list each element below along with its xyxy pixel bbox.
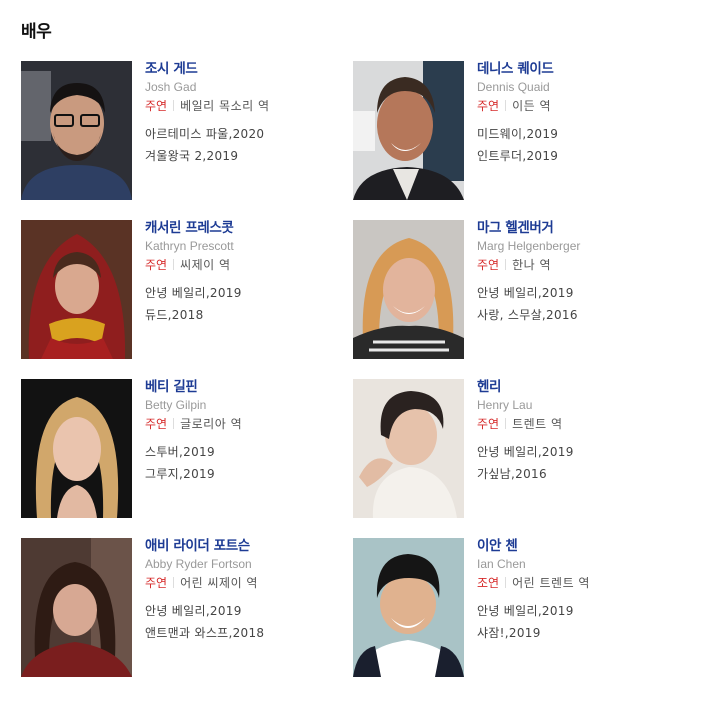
actor-info: 조시 게드 Josh Gad 주연 베일리 목소리 역 아르테미스 파울,2020… xyxy=(145,61,345,171)
actor-card: 헨리 Henry Lau 주연 트렌트 역 안녕 베일리,2019 가싶남,201… xyxy=(353,379,683,519)
role-divider xyxy=(505,259,507,270)
actor-photo[interactable] xyxy=(353,220,464,359)
actor-korean-name[interactable]: 헨리 xyxy=(477,379,677,395)
actor-info: 애비 라이더 포트슨 Abby Ryder Fortson 주연 어린 씨제이 역… xyxy=(145,538,345,648)
actor-role: 주연 글로리아 역 xyxy=(145,417,345,431)
filmography: 미드웨이,2019 인트루더,2019 xyxy=(477,127,677,163)
filmography: 아르테미스 파울,2020 겨울왕국 2,2019 xyxy=(145,127,345,163)
role-divider xyxy=(173,100,175,111)
filmography: 스투버,2019 그루지,2019 xyxy=(145,445,345,481)
actor-info: 이안 첸 Ian Chen 조연 어린 트렌트 역 안녕 베일리,2019 샤잠!… xyxy=(477,538,677,648)
film-link[interactable]: 안녕 베일리,2019 xyxy=(477,286,677,300)
role-divider xyxy=(505,418,507,429)
role-type: 주연 xyxy=(477,258,500,272)
role-name: 트렌트 역 xyxy=(512,417,563,431)
filmography: 안녕 베일리,2019 앤트맨과 와스프,2018 xyxy=(145,604,345,640)
actor-info: 캐서린 프레스콧 Kathryn Prescott 주연 씨제이 역 안녕 베일리… xyxy=(145,220,345,330)
role-divider xyxy=(505,577,507,588)
role-name: 어린 씨제이 역 xyxy=(180,576,258,590)
actor-info: 마그 헬겐버거 Marg Helgenberger 주연 한나 역 안녕 베일리,… xyxy=(477,220,677,330)
film-link[interactable]: 샤잠!,2019 xyxy=(477,626,677,640)
actor-card: 데니스 퀘이드 Dennis Quaid 주연 이든 역 미드웨이,2019 인트… xyxy=(353,61,683,201)
actor-photo[interactable] xyxy=(21,379,132,518)
film-link[interactable]: 사랑, 스무살,2016 xyxy=(477,308,677,322)
role-type: 주연 xyxy=(477,99,500,113)
actor-card: 조시 게드 Josh Gad 주연 베일리 목소리 역 아르테미스 파울,2020… xyxy=(21,61,351,201)
film-link[interactable]: 그루지,2019 xyxy=(145,467,345,481)
section-title: 배우 xyxy=(21,22,52,42)
actor-photo[interactable] xyxy=(21,61,132,200)
film-link[interactable]: 스투버,2019 xyxy=(145,445,345,459)
actor-photo[interactable] xyxy=(353,61,464,200)
film-link[interactable]: 가싶남,2016 xyxy=(477,467,677,481)
film-link[interactable]: 겨울왕국 2,2019 xyxy=(145,149,345,163)
actor-photo[interactable] xyxy=(353,379,464,518)
actor-role: 주연 트렌트 역 xyxy=(477,417,677,431)
actor-korean-name[interactable]: 마그 헬겐버거 xyxy=(477,220,677,236)
actor-korean-name[interactable]: 애비 라이더 포트슨 xyxy=(145,538,345,554)
role-name: 어린 트렌트 역 xyxy=(512,576,590,590)
actor-info: 베티 길핀 Betty Gilpin 주연 글로리아 역 스투버,2019 그루지… xyxy=(145,379,345,489)
actor-korean-name[interactable]: 조시 게드 xyxy=(145,61,345,77)
actor-role: 주연 베일리 목소리 역 xyxy=(145,99,345,113)
actor-english-name: Josh Gad xyxy=(145,80,197,94)
actor-english-name: Abby Ryder Fortson xyxy=(145,557,252,571)
film-link[interactable]: 듀드,2018 xyxy=(145,308,345,322)
film-link[interactable]: 아르테미스 파울,2020 xyxy=(145,127,345,141)
filmography: 안녕 베일리,2019 사랑, 스무살,2016 xyxy=(477,286,677,322)
actor-english-name: Ian Chen xyxy=(477,557,526,571)
actor-english-name: Kathryn Prescott xyxy=(145,239,234,253)
actor-photo[interactable] xyxy=(21,538,132,677)
actor-english-name: Dennis Quaid xyxy=(477,80,550,94)
film-link[interactable]: 안녕 베일리,2019 xyxy=(145,604,345,618)
actor-card: 캐서린 프레스콧 Kathryn Prescott 주연 씨제이 역 안녕 베일리… xyxy=(21,220,351,360)
actor-card: 베티 길핀 Betty Gilpin 주연 글로리아 역 스투버,2019 그루지… xyxy=(21,379,351,519)
film-link[interactable]: 안녕 베일리,2019 xyxy=(477,445,677,459)
actor-info: 데니스 퀘이드 Dennis Quaid 주연 이든 역 미드웨이,2019 인트… xyxy=(477,61,677,171)
actor-role: 주연 이든 역 xyxy=(477,99,677,113)
actor-info: 헨리 Henry Lau 주연 트렌트 역 안녕 베일리,2019 가싶남,201… xyxy=(477,379,677,489)
role-divider xyxy=(505,100,507,111)
role-name: 베일리 목소리 역 xyxy=(180,99,270,113)
filmography: 안녕 베일리,2019 듀드,2018 xyxy=(145,286,345,322)
film-link[interactable]: 안녕 베일리,2019 xyxy=(477,604,677,618)
actor-photo[interactable] xyxy=(353,538,464,677)
actor-korean-name[interactable]: 이안 첸 xyxy=(477,538,677,554)
actor-english-name: Henry Lau xyxy=(477,398,533,412)
role-type: 조연 xyxy=(477,576,500,590)
role-divider xyxy=(173,418,175,429)
actor-card: 이안 첸 Ian Chen 조연 어린 트렌트 역 안녕 베일리,2019 샤잠!… xyxy=(353,538,683,678)
role-divider xyxy=(173,577,175,588)
role-type: 주연 xyxy=(477,417,500,431)
actor-korean-name[interactable]: 데니스 퀘이드 xyxy=(477,61,677,77)
role-divider xyxy=(173,259,175,270)
filmography: 안녕 베일리,2019 가싶남,2016 xyxy=(477,445,677,481)
role-name: 이든 역 xyxy=(512,99,552,113)
role-name: 한나 역 xyxy=(512,258,552,272)
role-type: 주연 xyxy=(145,99,168,113)
actor-role: 조연 어린 트렌트 역 xyxy=(477,576,677,590)
actor-korean-name[interactable]: 베티 길핀 xyxy=(145,379,345,395)
actor-role: 주연 한나 역 xyxy=(477,258,677,272)
role-name: 글로리아 역 xyxy=(180,417,243,431)
actor-card: 마그 헬겐버거 Marg Helgenberger 주연 한나 역 안녕 베일리,… xyxy=(353,220,683,360)
film-link[interactable]: 앤트맨과 와스프,2018 xyxy=(145,626,345,640)
film-link[interactable]: 미드웨이,2019 xyxy=(477,127,677,141)
actor-english-name: Betty Gilpin xyxy=(145,398,207,412)
role-type: 주연 xyxy=(145,417,168,431)
filmography: 안녕 베일리,2019 샤잠!,2019 xyxy=(477,604,677,640)
role-type: 주연 xyxy=(145,576,168,590)
actor-card: 애비 라이더 포트슨 Abby Ryder Fortson 주연 어린 씨제이 역… xyxy=(21,538,351,678)
actor-role: 주연 어린 씨제이 역 xyxy=(145,576,345,590)
role-name: 씨제이 역 xyxy=(180,258,231,272)
role-type: 주연 xyxy=(145,258,168,272)
actor-photo[interactable] xyxy=(21,220,132,359)
actor-korean-name[interactable]: 캐서린 프레스콧 xyxy=(145,220,345,236)
film-link[interactable]: 인트루더,2019 xyxy=(477,149,677,163)
actor-role: 주연 씨제이 역 xyxy=(145,258,345,272)
actor-english-name: Marg Helgenberger xyxy=(477,239,581,253)
film-link[interactable]: 안녕 베일리,2019 xyxy=(145,286,345,300)
